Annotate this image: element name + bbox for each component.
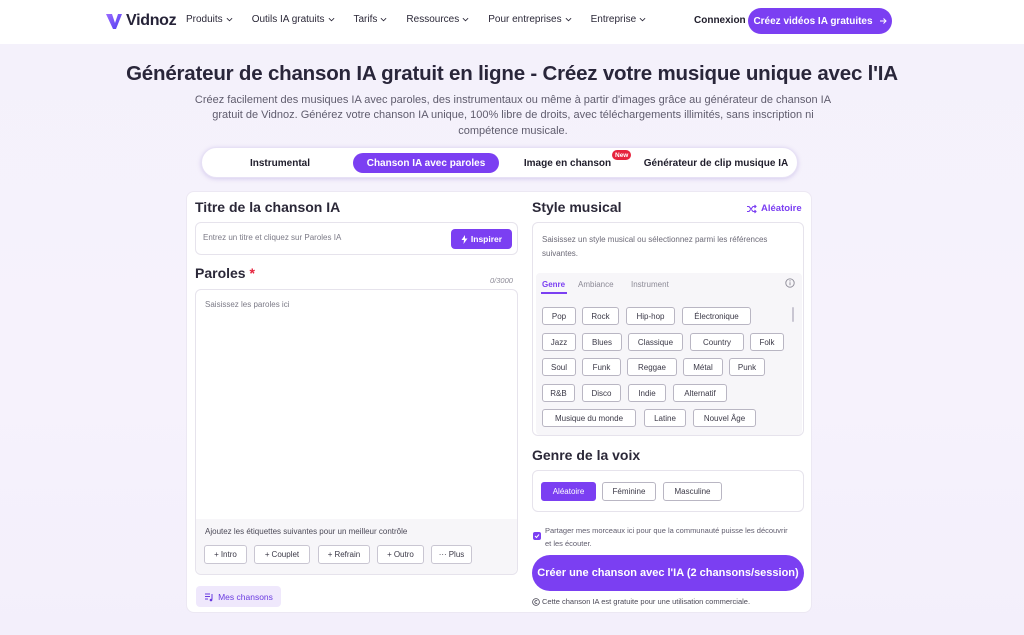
- genre-chip[interactable]: Alternatif: [673, 384, 727, 402]
- chevron-down-icon: [565, 17, 572, 22]
- arrow-right-icon: [879, 18, 887, 24]
- subtab-ambiance[interactable]: Ambiance: [578, 280, 614, 289]
- music-list-icon: [205, 593, 213, 601]
- subtab-genre[interactable]: Genre: [542, 280, 565, 289]
- genre-chip[interactable]: Folk: [750, 333, 784, 351]
- genre-chip[interactable]: Country: [690, 333, 744, 351]
- menu-pour-entreprises[interactable]: Pour entreprises: [488, 14, 572, 25]
- tab-music-clip-generator[interactable]: Générateur de clip musique IA: [642, 153, 790, 173]
- genre-scrollbar[interactable]: [792, 307, 794, 322]
- genre-chip[interactable]: Nouvel Âge: [693, 409, 756, 427]
- genre-chip[interactable]: Disco: [582, 384, 621, 402]
- tag-intro-button[interactable]: + Intro: [204, 545, 247, 564]
- genre-chip[interactable]: Pop: [542, 307, 576, 325]
- chevron-down-icon: [380, 17, 387, 22]
- tab-song-with-lyrics[interactable]: Chanson IA avec paroles: [353, 153, 499, 173]
- plus-icon: +: [214, 550, 219, 559]
- inspire-button[interactable]: Inspirer: [451, 229, 512, 249]
- info-icon[interactable]: [785, 278, 795, 288]
- vidnoz-logo[interactable]: Vidnoz: [104, 11, 177, 31]
- voice-random-option[interactable]: Aléatoire: [541, 482, 596, 501]
- genre-chip[interactable]: Blues: [582, 333, 622, 351]
- lyrics-heading: Paroles *: [195, 265, 255, 281]
- tag-couplet-button[interactable]: + Couplet: [254, 545, 310, 564]
- page-subtitle: Créez facilement des musiques IA avec pa…: [194, 94, 832, 137]
- shuffle-icon: [747, 204, 757, 213]
- plus-icon: +: [327, 550, 333, 559]
- main-menu: Produits Outils IA gratuits Tarifs Resso…: [186, 14, 665, 25]
- check-icon: [534, 534, 540, 539]
- page-title: Générateur de chanson IA gratuit en lign…: [126, 62, 898, 85]
- tab-image-to-song[interactable]: Image en chanson: [520, 153, 615, 173]
- lyrics-placeholder: Saisissez les paroles ici: [205, 300, 290, 309]
- lyrics-counter: 0/3000: [490, 276, 513, 285]
- tab-instrumental[interactable]: Instrumental: [232, 153, 328, 173]
- share-label: Partager mes morceaux ici pour que la co…: [545, 526, 788, 548]
- share-checkbox[interactable]: [533, 532, 541, 540]
- subtab-instrument[interactable]: Instrument: [631, 280, 669, 289]
- tag-more-button[interactable]: ··· Plus: [431, 545, 472, 564]
- vidnoz-logo-icon: [106, 14, 122, 29]
- music-style-placeholder: Saisissez un style musical ou sélectionn…: [542, 235, 768, 258]
- plus-icon: +: [264, 550, 270, 559]
- genre-chip[interactable]: Punk: [729, 358, 765, 376]
- create-song-button[interactable]: Créer une chanson avec l'IA (2 chansons/…: [532, 555, 804, 591]
- genre-chip[interactable]: Soul: [542, 358, 576, 376]
- chevron-down-icon: [462, 17, 469, 22]
- logo-text: Vidnoz: [126, 12, 177, 29]
- genre-chip[interactable]: Musique du monde: [542, 409, 636, 427]
- chevron-down-icon: [639, 17, 646, 22]
- menu-outils-ia[interactable]: Outils IA gratuits: [252, 14, 335, 25]
- more-dots-icon: ···: [438, 550, 447, 559]
- genre-chip[interactable]: Classique: [628, 333, 683, 351]
- menu-entreprise[interactable]: Entreprise: [591, 14, 647, 25]
- copyright-icon: [532, 597, 540, 606]
- subtab-active-indicator: [541, 292, 567, 294]
- required-asterisk: *: [249, 265, 255, 281]
- mode-tabs: Instrumental Chanson IA avec paroles Ima…: [201, 147, 798, 178]
- tag-refrain-button[interactable]: + Refrain: [318, 545, 370, 564]
- voice-female-option[interactable]: Féminine: [602, 482, 656, 501]
- voice-male-option[interactable]: Masculine: [663, 482, 722, 501]
- genre-chip[interactable]: Funk: [582, 358, 621, 376]
- plus-icon: +: [387, 550, 392, 559]
- create-videos-button[interactable]: Créez vidéos IA gratuites: [748, 8, 892, 34]
- lightning-icon: [461, 234, 468, 244]
- random-style-button[interactable]: Aléatoire: [746, 203, 802, 214]
- genre-chip-list: Pop Rock Hip-hop Électronique Jazz Blues…: [536, 301, 795, 429]
- genre-chip[interactable]: Jazz: [542, 333, 576, 351]
- song-title-placeholder: Entrez un titre et cliquez sur Paroles I…: [203, 233, 342, 242]
- my-songs-button[interactable]: Mes chansons: [196, 586, 281, 607]
- genre-chip[interactable]: Latine: [644, 409, 686, 427]
- voice-gender-heading: Genre de la voix: [532, 447, 641, 463]
- genre-chip[interactable]: Rock: [582, 307, 619, 325]
- free-commercial-note: Cette chanson IA est gratuite pour une u…: [532, 597, 750, 606]
- genre-chip[interactable]: Hip-hop: [626, 307, 675, 325]
- menu-produits[interactable]: Produits: [186, 14, 233, 25]
- genre-chip[interactable]: Indie: [628, 384, 666, 402]
- chevron-down-icon: [226, 17, 233, 22]
- menu-tarifs[interactable]: Tarifs: [354, 14, 388, 25]
- genre-chip[interactable]: R&B: [542, 384, 575, 402]
- song-title-heading: Titre de la chanson IA: [195, 199, 341, 215]
- tag-outro-button[interactable]: + Outro: [377, 545, 424, 564]
- genre-chip[interactable]: Électronique: [682, 307, 751, 325]
- genre-chip[interactable]: Métal: [683, 358, 723, 376]
- menu-ressources[interactable]: Ressources: [406, 14, 469, 25]
- new-badge: New: [612, 150, 632, 160]
- top-nav: Vidnoz Produits Outils IA gratuits Tarif…: [0, 0, 1024, 44]
- login-link[interactable]: Connexion: [694, 15, 746, 26]
- chevron-down-icon: [328, 17, 334, 22]
- genre-chip[interactable]: Reggae: [627, 358, 677, 376]
- music-style-heading: Style musical: [532, 199, 622, 215]
- tags-hint: Ajoutez les étiquettes suivantes pour un…: [205, 527, 408, 536]
